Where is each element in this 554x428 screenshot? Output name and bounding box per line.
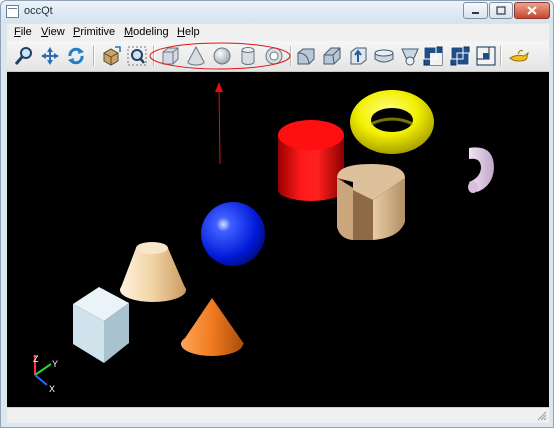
- title-bar[interactable]: occQt: [1, 1, 553, 23]
- sphere-shape: [201, 202, 265, 266]
- revolve-icon[interactable]: [372, 44, 396, 68]
- cut-cylinder-shape: [337, 164, 405, 240]
- toolbar-separator: [93, 46, 95, 66]
- menu-view[interactable]: View: [41, 26, 65, 38]
- app-window: occQt File View Primitive Modeling Help: [0, 0, 554, 428]
- cube-shape: [73, 287, 129, 363]
- minimize-button[interactable]: [463, 2, 488, 19]
- zoom-icon[interactable]: [12, 44, 36, 68]
- pipe-shape: [468, 147, 494, 193]
- resize-grip-icon[interactable]: [537, 411, 547, 421]
- loft-icon[interactable]: [398, 44, 422, 68]
- rotate-icon[interactable]: [64, 44, 88, 68]
- window-title: occQt: [24, 5, 53, 17]
- fillet-icon[interactable]: [294, 44, 318, 68]
- extrude-icon[interactable]: [346, 44, 370, 68]
- axis-label-x: X: [49, 384, 55, 394]
- primitive-highlight-ellipse: [149, 42, 291, 70]
- app-icon: [6, 5, 19, 18]
- cut-icon[interactable]: [421, 44, 445, 68]
- chamfer-icon[interactable]: [320, 44, 344, 68]
- menu-bar: File View Primitive Modeling Help: [7, 24, 549, 41]
- menu-modeling[interactable]: Modeling: [124, 26, 169, 38]
- reset-view-icon[interactable]: [99, 44, 123, 68]
- toolbar-separator: [500, 46, 502, 66]
- orange-cone-shape: [181, 298, 244, 356]
- cream-cone-shape: [120, 242, 186, 302]
- status-bar: [7, 407, 549, 423]
- scene: Z Y X: [33, 82, 494, 394]
- fuse-icon[interactable]: [448, 44, 472, 68]
- pan-icon[interactable]: [38, 44, 62, 68]
- torus-shape: [350, 90, 434, 154]
- about-icon[interactable]: [507, 44, 531, 68]
- menu-help[interactable]: Help: [177, 26, 200, 38]
- close-icon: [527, 6, 537, 15]
- annotation-arrow: [215, 82, 223, 165]
- common-icon[interactable]: [474, 44, 498, 68]
- axis-label-y: Y: [52, 359, 58, 369]
- occ-viewport[interactable]: Z Y X: [7, 72, 549, 407]
- menu-primitive[interactable]: Primitive: [73, 26, 115, 38]
- axis-label-z: Z: [33, 354, 39, 364]
- fit-all-icon[interactable]: [125, 44, 149, 68]
- menu-file[interactable]: File: [14, 26, 32, 38]
- axis-trihedron: Z Y X: [33, 354, 58, 394]
- restore-icon: [496, 6, 506, 15]
- minimize-icon: [472, 12, 479, 14]
- cylinder-shape: [278, 120, 344, 201]
- toolbar: [7, 41, 549, 72]
- maximize-button[interactable]: [489, 2, 513, 19]
- close-button[interactable]: [514, 2, 550, 19]
